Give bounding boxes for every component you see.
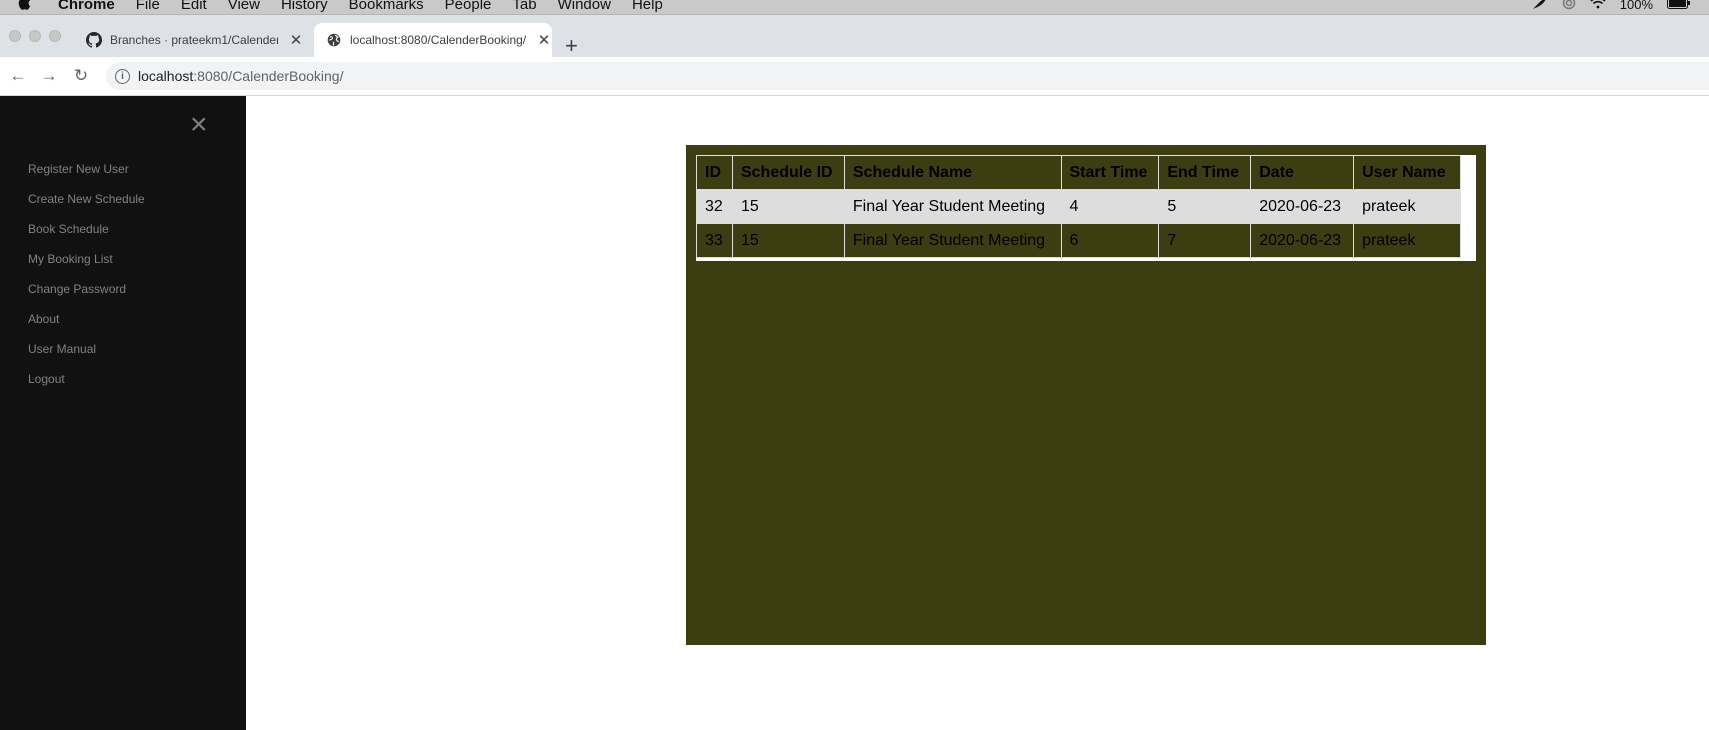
sidebar-item-change-password[interactable]: Change Password (28, 282, 145, 312)
cell-start-time: 4 (1060, 189, 1160, 224)
cell-schedule-id: 15 (731, 223, 845, 258)
close-icon[interactable]: × (190, 110, 208, 140)
booking-list-panel: ID Schedule ID Schedule Name Start Time … (686, 145, 1486, 645)
menu-edit[interactable]: Edit (181, 0, 207, 13)
forward-arrow-icon[interactable]: → (38, 65, 60, 87)
sidebar-item-about[interactable]: About (28, 312, 145, 342)
column-header-end-time: End Time (1158, 155, 1252, 190)
cell-user-name: prateek (1353, 223, 1461, 258)
column-header-start-time: Start Time (1060, 155, 1160, 190)
menu-tab[interactable]: Tab (512, 0, 536, 13)
new-tab-icon[interactable]: + (565, 35, 578, 57)
menu-file[interactable]: File (136, 0, 160, 13)
cell-schedule-id: 15 (731, 189, 845, 224)
menu-chrome[interactable]: Chrome (58, 0, 115, 13)
browser-toolbar: ← → ↻ i localhost:8080/CalenderBooking/ (0, 57, 1709, 96)
column-header-id: ID (696, 155, 733, 190)
site-info-icon[interactable]: i (115, 68, 130, 84)
sidebar-item-logout[interactable]: Logout (28, 372, 145, 402)
cell-schedule-name: Final Year Student Meeting (843, 189, 1062, 224)
sidebar-item-user-manual[interactable]: User Manual (28, 342, 145, 372)
menu-history[interactable]: History (281, 0, 328, 13)
tab-localhost-calender[interactable]: localhost:8080/CalenderBooking/ ✕ (314, 23, 552, 57)
macos-menu-bar: Chrome File Edit View History Bookmarks … (0, 0, 1709, 15)
menu-bookmarks[interactable]: Bookmarks (349, 0, 424, 13)
column-header-date: Date (1250, 155, 1355, 190)
battery-percent: 100% (1619, 0, 1653, 12)
sidebar-item-register-new-user[interactable]: Register New User (28, 162, 145, 192)
tab-close-icon[interactable]: ✕ (536, 31, 552, 49)
tab-title: Branches · prateekm1/CalenderBooking (110, 33, 278, 47)
cell-id: 32 (696, 189, 733, 224)
sidebar-item-my-booking-list[interactable]: My Booking List (28, 252, 145, 282)
feather-icon[interactable] (1532, 0, 1548, 13)
battery-icon[interactable] (1667, 0, 1691, 12)
cell-date: 2020-06-23 (1250, 223, 1355, 258)
browser-tab-strip: Branches · prateekm1/CalenderBooking ✕ l… (0, 15, 1709, 57)
column-header-schedule-id: Schedule ID (731, 155, 845, 190)
tab-title: localhost:8080/CalenderBooking/ (350, 33, 526, 47)
window-zoom-button[interactable] (49, 30, 61, 42)
menu-help[interactable]: Help (632, 0, 663, 13)
sidenav: × Register New User Create New Schedule … (0, 96, 246, 730)
cell-date: 2020-06-23 (1250, 189, 1355, 224)
spiral-icon[interactable] (1562, 0, 1576, 13)
window-minimize-button[interactable] (29, 30, 41, 42)
table-row: 33 15 Final Year Student Meeting 6 7 202… (696, 223, 1461, 258)
url-path: :8080/CalenderBooking/ (193, 68, 344, 84)
cell-end-time: 7 (1158, 223, 1252, 258)
column-header-schedule-name: Schedule Name (843, 155, 1062, 190)
cell-start-time: 6 (1060, 223, 1160, 258)
cell-end-time: 5 (1158, 189, 1252, 224)
menu-window[interactable]: Window (558, 0, 611, 13)
address-bar[interactable]: i localhost:8080/CalenderBooking/ (106, 62, 1709, 90)
tab-close-icon[interactable]: ✕ (288, 31, 304, 49)
column-header-user-name: User Name (1353, 155, 1461, 190)
menu-people[interactable]: People (445, 0, 492, 13)
cell-user-name: prateek (1353, 189, 1461, 224)
cell-schedule-name: Final Year Student Meeting (843, 223, 1062, 258)
url-host: localhost (138, 68, 194, 84)
booking-table-container: ID Schedule ID Schedule Name Start Time … (696, 155, 1476, 261)
tab-github-branches[interactable]: Branches · prateekm1/CalenderBooking ✕ (86, 23, 306, 57)
sidenav-menu: Register New User Create New Schedule Bo… (28, 162, 145, 402)
table-header-row: ID Schedule ID Schedule Name Start Time … (696, 155, 1461, 190)
menu-view[interactable]: View (228, 0, 260, 13)
back-arrow-icon[interactable]: ← (7, 65, 29, 87)
cell-id: 33 (696, 223, 733, 258)
github-icon (86, 32, 102, 48)
table-row: 32 15 Final Year Student Meeting 4 5 202… (696, 189, 1461, 224)
apple-icon[interactable] (16, 0, 32, 14)
globe-icon (326, 32, 342, 48)
menubar-status-area: 100% (1518, 0, 1691, 14)
reload-icon[interactable]: ↻ (70, 65, 92, 87)
sidebar-item-create-new-schedule[interactable]: Create New Schedule (28, 192, 145, 222)
sidebar-item-book-schedule[interactable]: Book Schedule (28, 222, 145, 252)
address-url[interactable]: localhost:8080/CalenderBooking/ (138, 68, 344, 84)
wifi-icon[interactable] (1590, 0, 1606, 12)
window-close-button[interactable] (9, 30, 21, 42)
booking-table: ID Schedule ID Schedule Name Start Time … (696, 155, 1461, 258)
